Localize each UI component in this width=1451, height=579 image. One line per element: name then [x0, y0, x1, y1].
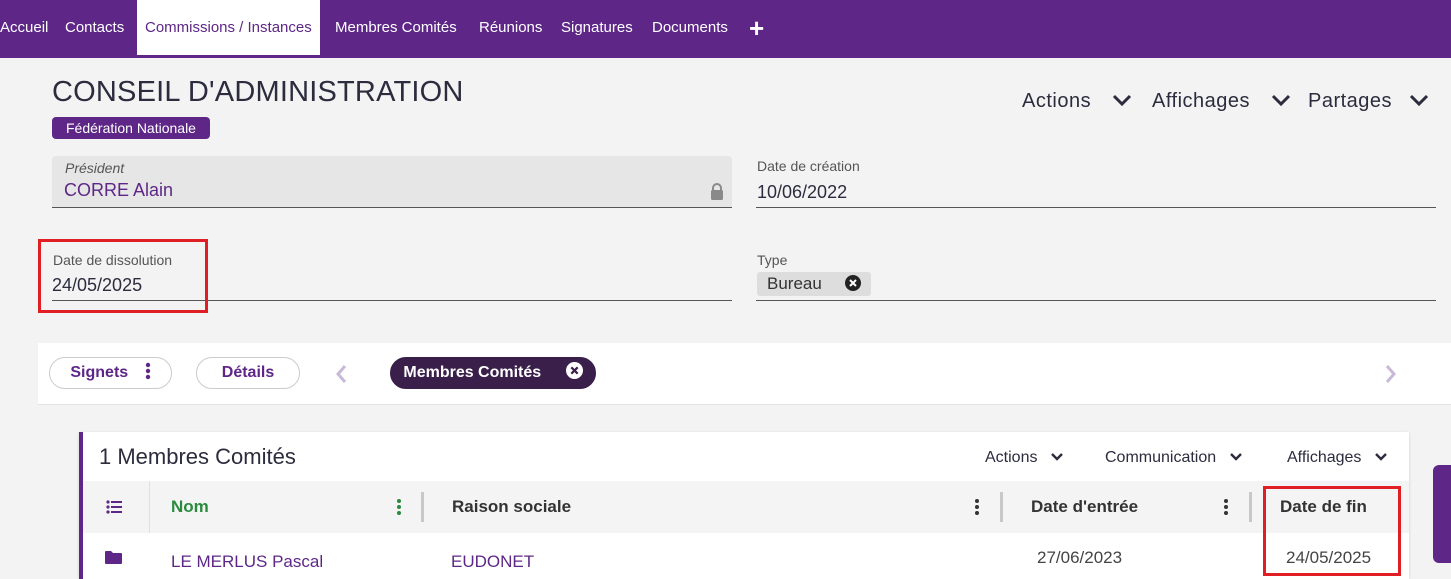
column-divider: [149, 481, 150, 533]
remove-icon[interactable]: [844, 275, 861, 291]
highlight-box-dissolution: [38, 239, 208, 313]
column-resize-handle[interactable]: [1000, 492, 1003, 522]
chevron-down-icon: [1229, 453, 1242, 461]
cell-nom[interactable]: LE MERLUS Pascal: [171, 552, 323, 572]
creation-date-value: 10/06/2022: [757, 182, 848, 202]
chevron-right-icon[interactable]: [1384, 363, 1398, 385]
affichages-menu[interactable]: Affichages: [1152, 90, 1292, 113]
signets-label: Signets: [70, 364, 129, 381]
column-menu-icon[interactable]: [1223, 498, 1229, 516]
column-resize-handle[interactable]: [1249, 492, 1252, 522]
list-affichages-label: Affichages: [1287, 449, 1362, 466]
panel-title: 1 Membres Comités: [99, 444, 296, 469]
folder-icon[interactable]: [105, 551, 122, 564]
chevron-down-icon: [1410, 94, 1429, 107]
column-resize-handle[interactable]: [421, 492, 424, 522]
column-menu-icon[interactable]: [396, 498, 402, 516]
nav-reunions[interactable]: Réunions: [479, 0, 542, 56]
table-header: Nom Raison sociale Date d'entrée Date de…: [83, 481, 1409, 533]
record-title: CONSEIL D'ADMINISTRATION: [52, 76, 464, 108]
communication-label: Communication: [1105, 449, 1217, 466]
affichages-label: Affichages: [1152, 90, 1251, 112]
chevron-down-icon: [1272, 94, 1291, 107]
partages-label: Partages: [1308, 90, 1393, 112]
column-header-date-entree[interactable]: Date d'entrée: [1031, 481, 1138, 533]
top-navigation: Accueil Contacts Commissions / Instances…: [0, 0, 1451, 58]
column-menu-icon[interactable]: [974, 498, 980, 516]
list-affichages-menu[interactable]: Affichages: [1287, 449, 1388, 467]
column-header-raison-sociale[interactable]: Raison sociale: [452, 481, 571, 533]
column-list-icon[interactable]: [106, 500, 122, 514]
type-field[interactable]: Type Bureau: [756, 250, 1436, 301]
cell-raison-sociale[interactable]: EUDONET: [451, 552, 534, 572]
nav-signatures[interactable]: Signatures: [561, 0, 633, 56]
more-vertical-icon: [145, 362, 150, 380]
nav-contacts[interactable]: Contacts: [65, 0, 124, 56]
details-button[interactable]: Détails: [196, 357, 300, 389]
nav-documents[interactable]: Documents: [652, 0, 728, 56]
type-label: Type: [757, 252, 788, 268]
president-value[interactable]: CORRE Alain: [64, 180, 173, 201]
record-badge: Fédération Nationale: [52, 117, 210, 139]
highlight-box-date-fin: [1263, 486, 1401, 576]
bookmark-bar: Signets Détails Membres Comités: [38, 343, 1451, 405]
list-actions-menu[interactable]: Actions: [985, 449, 1064, 467]
president-field: Président CORRE Alain: [52, 156, 732, 208]
cell-date-entree: 27/06/2023: [1037, 548, 1123, 567]
tab-membres-comites[interactable]: Membres Comités: [390, 357, 596, 389]
close-icon[interactable]: [565, 362, 583, 379]
tab-membres-comites-label: Membres Comités: [403, 364, 542, 381]
creation-date-field[interactable]: Date de création 10/06/2022: [756, 156, 1436, 208]
nav-accueil[interactable]: Accueil: [0, 0, 48, 56]
chevron-down-icon: [1113, 94, 1132, 107]
add-tab-plus-icon[interactable]: +: [749, 0, 764, 56]
chevron-down-icon: [1051, 453, 1063, 461]
type-chip-label: Bureau: [767, 274, 822, 293]
side-panel-tab[interactable]: [1433, 465, 1451, 563]
chevron-left-icon[interactable]: [334, 363, 348, 385]
actions-menu[interactable]: Actions: [1022, 90, 1133, 113]
lock-icon: [711, 183, 723, 200]
membres-comites-panel: 1 Membres Comités Actions Communication …: [79, 432, 1409, 579]
signets-button[interactable]: Signets: [49, 357, 172, 389]
president-label: Président: [65, 160, 125, 176]
chevron-down-icon: [1375, 453, 1387, 461]
list-actions-label: Actions: [985, 449, 1038, 466]
column-header-nom[interactable]: Nom: [171, 481, 209, 533]
actions-label: Actions: [1022, 90, 1092, 112]
communication-menu[interactable]: Communication: [1105, 449, 1243, 467]
type-chip: Bureau: [757, 272, 871, 296]
nav-membres-comites[interactable]: Membres Comités: [335, 0, 457, 56]
nav-commissions-instances[interactable]: Commissions / Instances: [137, 0, 320, 55]
partages-menu[interactable]: Partages: [1308, 90, 1430, 113]
creation-date-label: Date de création: [757, 158, 860, 174]
